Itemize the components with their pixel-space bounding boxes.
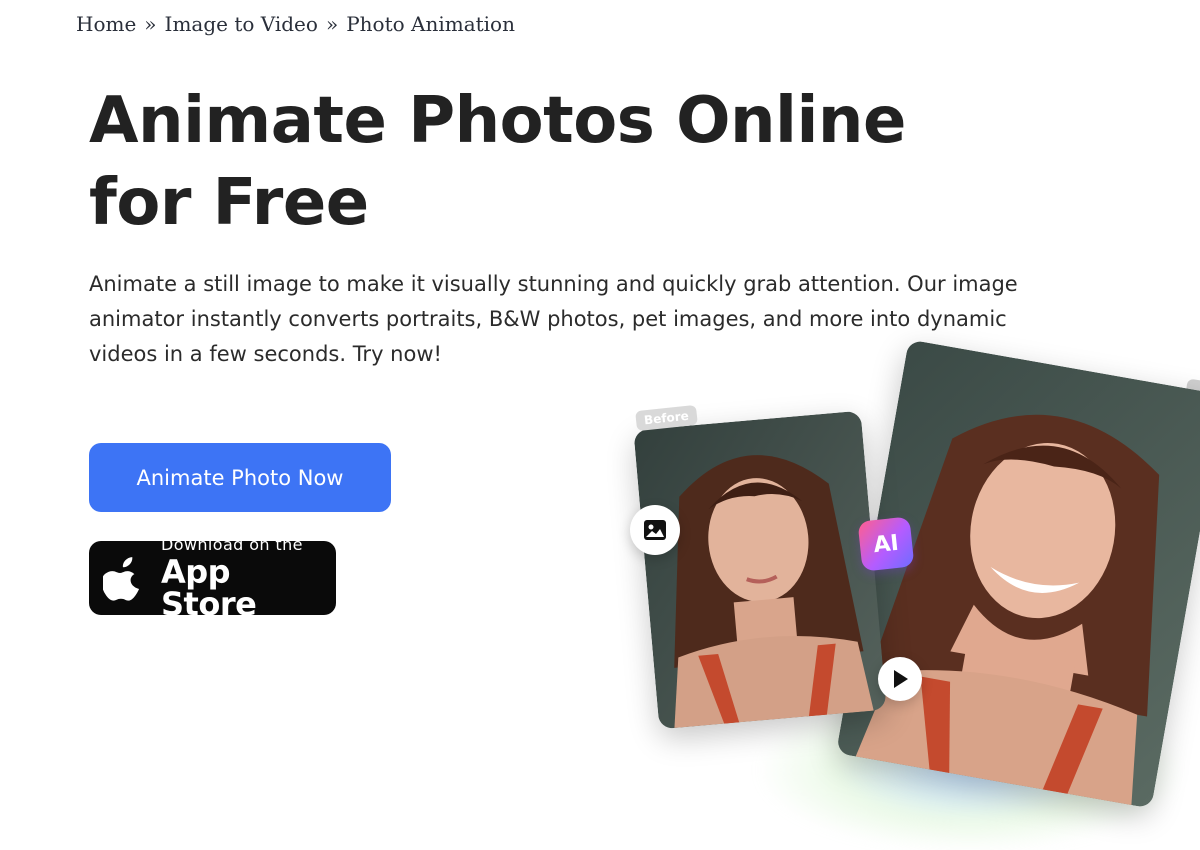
page-title: Animate Photos Online for Free bbox=[89, 84, 906, 240]
breadcrumb-separator: » bbox=[144, 12, 157, 36]
breadcrumb-current: Photo Animation bbox=[346, 12, 515, 36]
breadcrumb: Home » Image to Video » Photo Animation bbox=[76, 12, 515, 36]
breadcrumb-separator: » bbox=[325, 12, 339, 36]
before-photo bbox=[633, 410, 887, 730]
after-photo bbox=[835, 339, 1200, 809]
animate-photo-now-button[interactable]: Animate Photo Now bbox=[89, 443, 391, 512]
apple-icon bbox=[103, 557, 140, 601]
breadcrumb-image-to-video[interactable]: Image to Video bbox=[165, 12, 318, 36]
breadcrumb-home[interactable]: Home bbox=[76, 12, 136, 36]
app-store-small-text: Download on the bbox=[161, 534, 303, 554]
ai-badge: AI bbox=[857, 516, 915, 572]
image-icon bbox=[630, 505, 680, 555]
app-store-badge[interactable]: Download on the App Store bbox=[89, 536, 336, 620]
play-icon bbox=[878, 657, 922, 701]
app-store-big-text: App Store bbox=[161, 552, 257, 623]
